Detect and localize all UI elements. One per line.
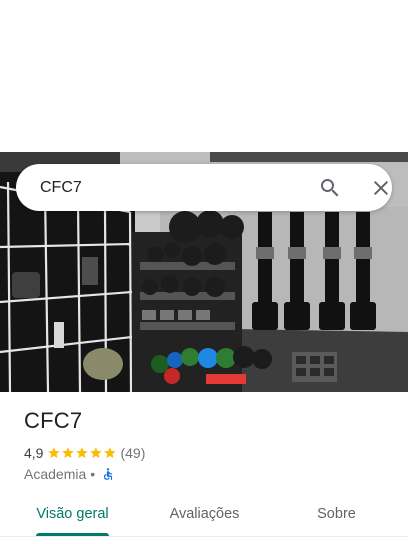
star-icon xyxy=(90,447,102,459)
separator-dot: • xyxy=(90,466,96,482)
category-row: Academia • xyxy=(24,465,115,483)
close-icon[interactable] xyxy=(369,176,393,200)
star-rating xyxy=(47,446,116,460)
wheelchair-accessible-icon xyxy=(104,468,113,480)
search-input[interactable] xyxy=(40,164,290,211)
rating-row[interactable]: 4,9 (49) xyxy=(24,444,145,462)
star-icon xyxy=(103,447,116,459)
tab-reviews[interactable]: Avaliações xyxy=(152,492,257,536)
search-icon[interactable] xyxy=(318,176,342,200)
tab-about[interactable]: Sobre xyxy=(284,492,389,536)
review-count[interactable]: (49) xyxy=(120,445,145,461)
search-bar[interactable] xyxy=(16,164,392,211)
place-name: CFC7 xyxy=(24,408,83,433)
star-icon xyxy=(62,447,74,459)
active-tab-indicator xyxy=(36,533,109,536)
tab-bar: Visão geral Avaliações Sobre xyxy=(0,492,408,537)
star-icon xyxy=(76,447,88,459)
rating-value: 4,9 xyxy=(24,445,44,461)
tab-overview[interactable]: Visão geral xyxy=(20,492,125,536)
star-icon xyxy=(48,447,61,459)
place-category: Academia xyxy=(24,466,87,482)
